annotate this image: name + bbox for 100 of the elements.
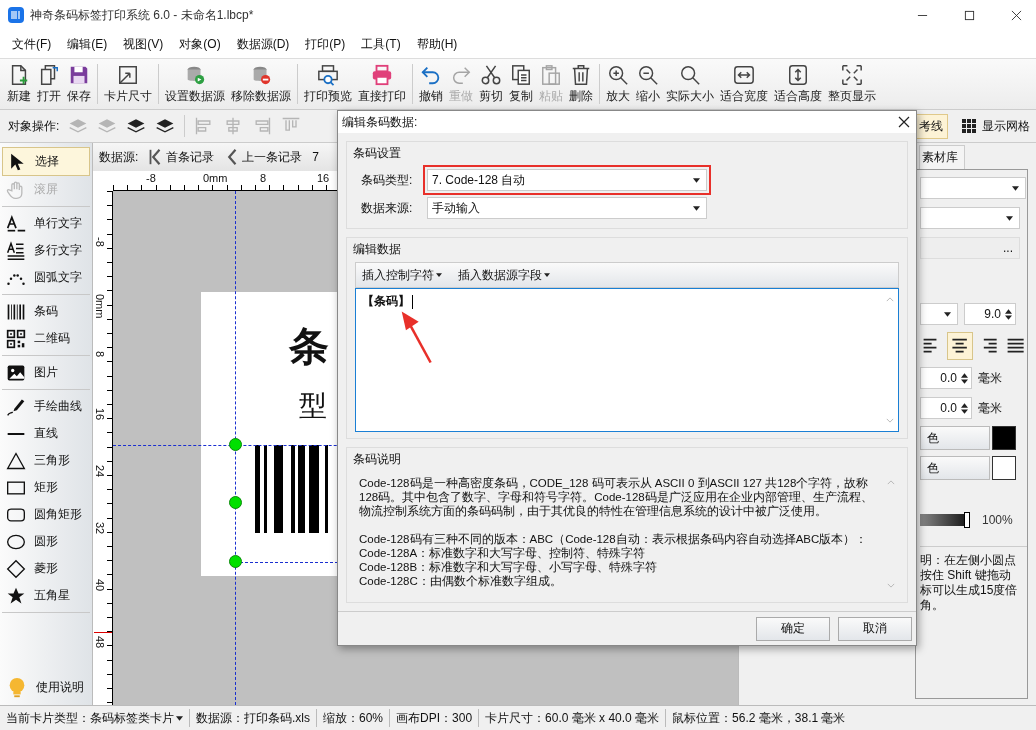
dropdown[interactable]: 7. Code-128 自动 <box>427 169 707 192</box>
description-text: Code-128码是一种高密度条码，CODE_128 码可表示从 ASCII 0 到ASCII 127 共128个字符，故称128码。其中包含了数字、字母和符号字符。Code-128码是广泛应用在企业内部管理、生产流程、物流控制系统方面的条码码制，由于其优良的特性在管理信息系统的设计中被广泛使用。 <box>359 476 874 519</box>
toolbar-button[interactable]: 删除 <box>566 61 596 107</box>
toolbar-button[interactable]: 保存 <box>64 61 94 107</box>
menu-item[interactable]: 文件(F) <box>4 35 60 53</box>
browse-button[interactable]: ... <box>920 237 1020 259</box>
description-line: Code-128C：由偶数个标准数字组成。 <box>359 574 563 589</box>
tool-item[interactable]: 条码 <box>2 298 90 325</box>
field-label: 条码类型: <box>361 171 414 189</box>
close-icon[interactable] <box>898 116 910 129</box>
help-item[interactable]: 使用说明 <box>2 674 90 701</box>
close-icon[interactable] <box>1011 9 1022 21</box>
printer-icon <box>371 63 393 86</box>
caret-icon <box>944 311 951 317</box>
menu-item[interactable]: 打印(P) <box>297 35 354 53</box>
help-text: 明：在左侧小圆点 <box>920 553 1017 568</box>
panel-tab[interactable]: 素材库 <box>919 145 965 169</box>
toolbar-button[interactable]: 实际大小 <box>663 61 717 107</box>
group-legend: 条码说明 <box>353 451 401 469</box>
grid-toggle[interactable]: 显示网格 <box>982 117 1030 135</box>
tool-item[interactable]: 圆形 <box>2 528 90 555</box>
toolbar-button[interactable]: 撤销 <box>416 61 446 107</box>
help-text: 按住 Shift 键拖动 <box>920 568 1012 583</box>
tool-item[interactable]: 三角形 <box>2 447 90 474</box>
first-record-icon <box>148 148 163 166</box>
grid-icon[interactable] <box>961 118 977 134</box>
menu-item[interactable]: 数据源(D) <box>228 35 298 53</box>
insert-menu-button[interactable]: 插入数据源字段 <box>452 265 556 285</box>
multi-line-text-icon <box>6 240 26 261</box>
label-subtitle-text: 型 <box>299 389 327 423</box>
tool-item[interactable]: 多行文字 <box>2 237 90 264</box>
tool-item[interactable]: 圆弧文字 <box>2 264 90 291</box>
tool-item[interactable]: 五角星 <box>2 582 90 609</box>
color-swatch[interactable] <box>992 456 1016 480</box>
toolbar-button[interactable]: 复制 <box>506 61 536 107</box>
caret-icon[interactable] <box>176 715 183 721</box>
spinner-arrows-icon <box>961 402 968 414</box>
label-title-text: 条 <box>289 323 329 370</box>
offset-spinner[interactable]: 0.0 <box>920 367 972 389</box>
dropdown[interactable]: 手动输入 <box>427 197 707 220</box>
toolbar-button[interactable]: 打开 <box>34 61 64 107</box>
toolbar-button[interactable]: 缩小 <box>633 61 663 107</box>
toolbar-button[interactable]: 移除数据源 <box>228 61 294 107</box>
fit-page-icon <box>841 63 863 86</box>
maximize-icon[interactable] <box>964 9 975 21</box>
dialog-button[interactable]: 取消 <box>838 616 912 641</box>
ruler-label: 0mm <box>94 294 106 319</box>
status-item: 数据源：打印条码.xls <box>196 709 310 727</box>
ruler-label: 24 <box>94 465 106 478</box>
tool-item[interactable]: 图片 <box>2 359 90 386</box>
font-dropdown[interactable] <box>920 303 958 325</box>
toolbar-button[interactable]: 卡片尺寸 <box>101 61 155 107</box>
color-button[interactable]: 色 <box>920 456 990 480</box>
align-center-icon[interactable] <box>947 332 973 360</box>
tool-item[interactable]: 直线 <box>2 420 90 447</box>
toolbar-button[interactable]: 放大 <box>603 61 633 107</box>
tool-item[interactable]: 选择 <box>2 147 90 176</box>
tool-item[interactable]: 矩形 <box>2 474 90 501</box>
caret-icon <box>1012 185 1019 191</box>
print-preview-icon <box>317 63 339 86</box>
tool-item[interactable]: 二维码 <box>2 325 90 352</box>
dialog-button[interactable]: 确定 <box>756 616 830 641</box>
menu-item[interactable]: 帮助(H) <box>408 35 466 53</box>
toolbar-button[interactable]: 整页显示 <box>825 61 879 107</box>
copy-icon <box>510 63 532 86</box>
tool-item[interactable]: 圆角矩形 <box>2 501 90 528</box>
tool-item[interactable]: 手绘曲线 <box>2 393 90 420</box>
app-icon <box>8 7 24 23</box>
insert-menu-button[interactable]: 插入控制字符 <box>356 265 448 285</box>
toolbar-button[interactable]: 新建 <box>4 61 34 107</box>
toolbar-button[interactable]: 直接打印 <box>355 61 409 107</box>
tool-item[interactable]: 单行文字 <box>2 210 90 237</box>
color-button[interactable]: 色 <box>920 426 990 450</box>
toolbar-button[interactable]: 适合宽度 <box>717 61 771 107</box>
menu-item[interactable]: 对象(O) <box>171 35 229 53</box>
ruler-label: 0mm <box>203 172 228 184</box>
offset-spinner[interactable]: 0.0 <box>920 397 972 419</box>
toolbar-button[interactable]: 适合高度 <box>771 61 825 107</box>
slider-thumb[interactable] <box>964 512 970 528</box>
annotation-arrow <box>400 309 434 366</box>
record-nav-button[interactable]: 首条记录 <box>148 148 215 166</box>
opacity-slider[interactable] <box>920 512 970 528</box>
opacity-reading: 100% <box>982 513 1013 527</box>
ruler-label: 8 <box>260 172 267 184</box>
record-nav-button[interactable]: 上一条记录 <box>224 148 303 166</box>
menu-item[interactable]: 视图(V) <box>115 35 172 53</box>
toolbar-button[interactable]: 设置数据源 <box>162 61 228 107</box>
menu-item[interactable]: 工具(T) <box>353 35 409 53</box>
toolbar-button[interactable]: 剪切 <box>476 61 506 107</box>
object-tools-label: 对象操作: <box>8 117 60 135</box>
ruler-label: 40 <box>94 579 106 592</box>
menu-item[interactable]: 编辑(E) <box>59 35 116 53</box>
font-size-spinner[interactable]: 9.0 <box>964 303 1016 325</box>
toolbar-button[interactable]: 打印预览 <box>301 61 355 107</box>
color-swatch[interactable] <box>992 426 1016 450</box>
single-line-text-icon <box>6 213 26 234</box>
caret-icon <box>544 273 550 278</box>
group-legend: 编辑数据 <box>353 241 401 259</box>
status-item: 缩放：60% <box>323 709 384 727</box>
tool-item[interactable]: 菱形 <box>2 555 90 582</box>
